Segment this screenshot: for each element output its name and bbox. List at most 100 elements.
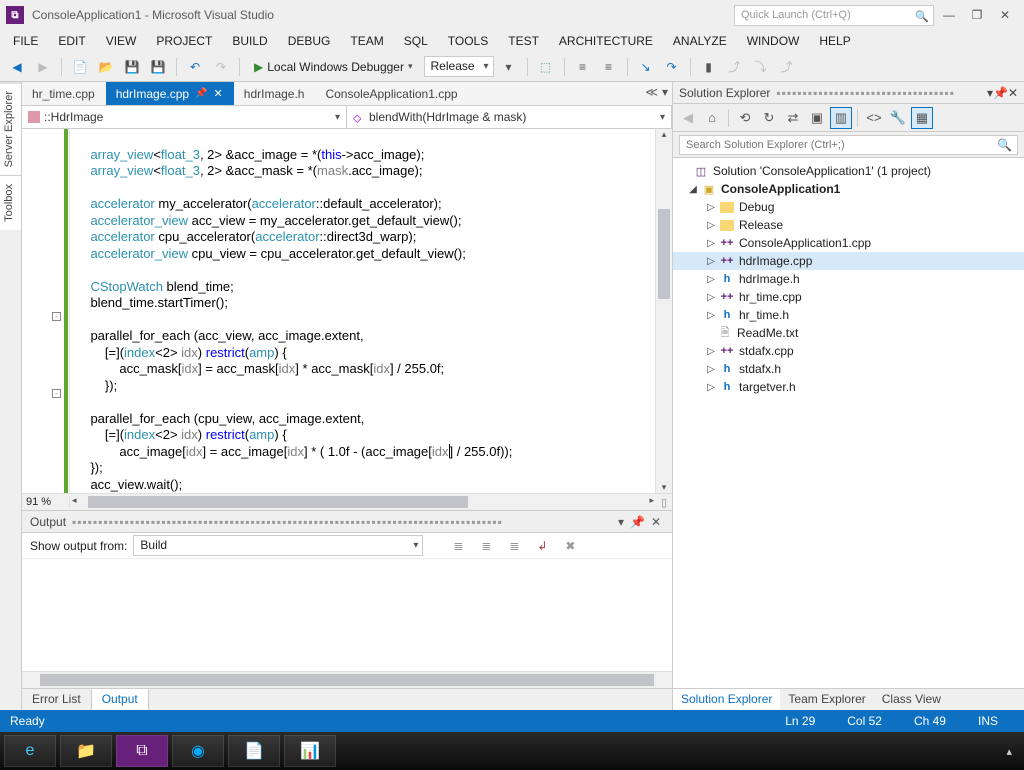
redo-button[interactable]: ↷ xyxy=(210,56,232,78)
tab-team-explorer[interactable]: Team Explorer xyxy=(780,689,873,710)
menu-build[interactable]: BUILD xyxy=(223,31,276,51)
config-combo[interactable]: Release xyxy=(424,56,494,77)
tab-scroll-left-icon[interactable]: ≪ xyxy=(645,85,658,99)
close-icon[interactable]: ✕ xyxy=(214,87,223,100)
grip-dots[interactable]: ▪▪▪▪▪▪▪▪▪▪▪▪▪▪▪▪▪▪▪▪▪▪▪▪▪▪▪▪▪▪▪▪▪▪▪▪▪▪▪▪… xyxy=(72,515,615,529)
toggle-wrap-icon[interactable]: ↲ xyxy=(531,535,553,557)
collapse-icon[interactable]: - xyxy=(52,389,61,398)
quick-launch-input[interactable]: Quick Launch (Ctrl+Q) 🔍 xyxy=(734,5,934,26)
sol-search-input[interactable] xyxy=(679,135,1018,155)
step-button[interactable]: ⤴ xyxy=(724,56,746,78)
notepad-icon[interactable]: 📄 xyxy=(228,735,280,767)
nav-fwd-button[interactable]: ▶ xyxy=(32,56,54,78)
clear-all-icon[interactable]: ✖ xyxy=(559,535,581,557)
tab-hdrimage-h[interactable]: hdrImage.h xyxy=(234,82,316,105)
expander-icon[interactable] xyxy=(705,238,717,249)
output-hscroll-thumb[interactable] xyxy=(40,674,654,686)
output-body[interactable] xyxy=(22,559,672,671)
menu-edit[interactable]: EDIT xyxy=(49,31,94,51)
grip-dots[interactable]: ▪▪▪▪▪▪▪▪▪▪▪▪▪▪▪▪▪▪▪▪▪▪▪▪▪▪▪▪▪▪▪▪▪▪ xyxy=(776,86,987,100)
rail-server-explorer[interactable]: Server Explorer xyxy=(0,82,21,175)
refresh-icon[interactable]: ↻ xyxy=(758,107,780,129)
undo-button[interactable]: ↶ xyxy=(184,56,206,78)
file-node[interactable]: stdafx.h xyxy=(673,360,1024,378)
home-icon[interactable]: ⌂ xyxy=(701,107,723,129)
menu-tools[interactable]: TOOLS xyxy=(439,31,497,51)
expander-icon[interactable] xyxy=(687,184,699,195)
project-node[interactable]: ▣ ConsoleApplication1 xyxy=(673,180,1024,198)
menu-analyze[interactable]: ANALYZE xyxy=(664,31,736,51)
horizontal-scrollbar[interactable] xyxy=(70,494,656,510)
expander-icon[interactable] xyxy=(705,310,717,321)
expander-icon[interactable] xyxy=(705,346,717,357)
scrollbar-thumb[interactable] xyxy=(658,209,670,299)
view-icon[interactable]: ▦ xyxy=(911,107,933,129)
tab-hr-time[interactable]: hr_time.cpp xyxy=(22,82,106,105)
explorer-icon[interactable]: 📁 xyxy=(60,735,112,767)
uncomment-button[interactable]: ≡ xyxy=(598,56,620,78)
tab-dropdown-icon[interactable]: ▾ xyxy=(662,85,668,99)
folder-node[interactable]: Debug xyxy=(673,198,1024,216)
vs-icon[interactable]: ⧉ xyxy=(116,735,168,767)
solution-node[interactable]: ◫ Solution 'ConsoleApplication1' (1 proj… xyxy=(673,162,1024,180)
step-into-button[interactable]: ↘ xyxy=(635,56,657,78)
goto-prev-icon[interactable]: ≣ xyxy=(447,535,469,557)
start-debug-button[interactable]: ▶ Local Windows Debugger ▾ xyxy=(247,57,420,77)
find-button[interactable]: ⬚ xyxy=(535,56,557,78)
step-button2[interactable]: ⤵ xyxy=(750,56,772,78)
close-icon[interactable]: ✕ xyxy=(1008,86,1018,100)
ie-icon[interactable]: e xyxy=(4,735,56,767)
expander-icon[interactable] xyxy=(705,256,717,267)
file-node[interactable]: hdrImage.cpp xyxy=(673,252,1024,270)
code-text[interactable]: array_view<float_3, 2> &acc_image = *(th… xyxy=(70,129,655,493)
output-source-combo[interactable]: Build xyxy=(133,535,423,556)
pin-icon[interactable]: 📌 xyxy=(630,515,645,529)
restore-button[interactable]: ❐ xyxy=(964,5,990,25)
menu-team[interactable]: TEAM xyxy=(341,31,392,51)
tab-hdrimage-cpp[interactable]: hdrImage.cpp 📌 ✕ xyxy=(106,82,234,105)
expander-icon[interactable] xyxy=(705,202,717,213)
tab-output[interactable]: Output xyxy=(91,688,149,710)
menu-window[interactable]: WINDOW xyxy=(738,31,809,51)
show-all-icon[interactable]: ▣ xyxy=(806,107,828,129)
expander-icon[interactable] xyxy=(705,292,717,303)
comment-button[interactable]: ≡ xyxy=(572,56,594,78)
tab-class-view[interactable]: Class View xyxy=(874,689,949,710)
back-icon[interactable]: ◀ xyxy=(677,107,699,129)
taskmgr-icon[interactable]: 📊 xyxy=(284,735,336,767)
file-node[interactable]: targetver.h xyxy=(673,378,1024,396)
file-node[interactable]: stdafx.cpp xyxy=(673,342,1024,360)
expander-icon[interactable] xyxy=(705,220,717,231)
code-icon[interactable]: <> xyxy=(863,107,885,129)
rail-toolbox[interactable]: Toolbox xyxy=(0,175,21,230)
clear-icon[interactable]: ≣ xyxy=(503,535,525,557)
breakpoint-button[interactable]: ▮ xyxy=(698,56,720,78)
expander-icon[interactable] xyxy=(705,364,717,375)
member-combo[interactable]: ⬦ blendWith(HdrImage & mask) xyxy=(347,106,672,128)
menu-project[interactable]: PROJECT xyxy=(147,31,221,51)
save-button[interactable]: 💾 xyxy=(121,56,143,78)
new-project-button[interactable]: 📄 xyxy=(69,56,91,78)
tray-arrow-icon[interactable]: ▴ xyxy=(998,745,1020,758)
collapse-icon[interactable]: ⇄ xyxy=(782,107,804,129)
code-editor[interactable]: - - array_view<float_3, 2> &acc_image = … xyxy=(22,129,672,493)
nav-back-button[interactable]: ◀ xyxy=(6,56,28,78)
dropdown-icon[interactable]: ▾ xyxy=(618,515,624,529)
platform-button[interactable]: ▾ xyxy=(498,56,520,78)
minimize-button[interactable]: — xyxy=(936,5,962,25)
menu-architecture[interactable]: ARCHITECTURE xyxy=(550,31,662,51)
menu-debug[interactable]: DEBUG xyxy=(279,31,340,51)
tab-error-list[interactable]: Error List xyxy=(22,689,91,710)
close-icon[interactable]: ✕ xyxy=(651,515,661,529)
sync-icon[interactable]: ⟲ xyxy=(734,107,756,129)
save-all-button[interactable]: 💾 xyxy=(147,56,169,78)
file-node[interactable]: ConsoleApplication1.cpp xyxy=(673,234,1024,252)
tab-consoleapp[interactable]: ConsoleApplication1.cpp xyxy=(315,82,468,105)
scope-combo[interactable]: ::HdrImage xyxy=(22,106,347,128)
step-button3[interactable]: ⤴ xyxy=(776,56,798,78)
menu-test[interactable]: TEST xyxy=(499,31,548,51)
file-node[interactable]: hr_time.h xyxy=(673,306,1024,324)
menu-view[interactable]: VIEW xyxy=(97,31,146,51)
expander-icon[interactable] xyxy=(705,274,717,285)
menu-file[interactable]: FILE xyxy=(4,31,47,51)
